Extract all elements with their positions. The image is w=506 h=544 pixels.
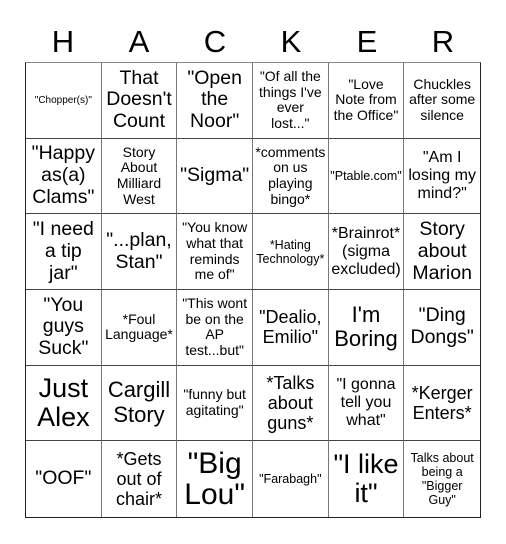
bingo-cell[interactable]: *Talks about guns* — [252, 365, 329, 442]
bingo-cell[interactable]: "funny but agitating" — [177, 365, 253, 442]
bingo-board: "Chopper(s)" That Doesn't Count "Open th… — [25, 62, 481, 518]
bingo-cell[interactable]: "Happy as(a) Clams" — [26, 138, 102, 215]
header-letter-e: E — [356, 24, 378, 59]
bingo-cell[interactable]: *Foul Language* — [101, 289, 178, 366]
bingo-cell[interactable]: Cargill Story — [101, 365, 178, 442]
bingo-cell[interactable]: *Gets out of chair* — [102, 441, 178, 517]
bingo-cell[interactable]: "Big Lou" — [177, 441, 253, 517]
bingo-cell[interactable]: "OOF" — [26, 441, 102, 517]
bingo-cell[interactable]: "I gonna tell you what" — [328, 365, 405, 442]
header-letter-c: C — [203, 24, 227, 59]
header-letter-a: A — [128, 24, 150, 59]
bingo-cell[interactable]: *Kerger Enters* — [404, 366, 480, 442]
bingo-cell[interactable]: Just Alex — [26, 365, 102, 442]
bingo-cell[interactable]: Talks about being a "Bigger Guy" — [404, 441, 480, 517]
bingo-cell[interactable]: "Dealio, Emilio" — [252, 289, 329, 366]
bingo-cell[interactable]: *Brainrot* (sigma excluded) — [328, 214, 405, 290]
bingo-cell[interactable]: "You know what that reminds me of" — [177, 214, 253, 290]
bingo-cell[interactable]: "This wont be on the AP test...but" — [177, 289, 253, 366]
bingo-cell[interactable]: "I need a tip jar" — [26, 214, 102, 290]
header-letter-k: K — [280, 24, 302, 59]
bingo-cell[interactable]: "Of all the things I've ever lost..." — [252, 63, 329, 139]
header-letter-h: H — [51, 24, 75, 59]
bingo-cell[interactable]: *Hating Technology* — [252, 214, 329, 290]
bingo-cell[interactable]: Story About Milliard West — [101, 138, 178, 215]
bingo-cell[interactable]: "...plan, Stan" — [101, 214, 178, 290]
bingo-cell[interactable]: "I like it" — [329, 441, 405, 517]
bingo-cell[interactable]: "Ptable.com" — [328, 138, 405, 215]
bingo-cell[interactable]: "Open the Noor" — [177, 63, 253, 139]
bingo-cell[interactable]: I'm Boring — [328, 289, 405, 366]
bingo-cell[interactable]: Chuckles after some silence — [404, 63, 480, 139]
bingo-cell[interactable]: "Love Note from the Office" — [328, 63, 405, 139]
bingo-cell[interactable]: "You guys Suck" — [26, 289, 102, 366]
bingo-cell[interactable]: "Sigma" — [177, 138, 253, 215]
bingo-cell[interactable]: *comments on us playing bingo* — [252, 138, 329, 215]
bingo-cell[interactable]: "Ding Dongs" — [404, 290, 480, 366]
bingo-header: H A C K E R — [25, 22, 481, 62]
bingo-cell[interactable]: That Doesn't Count — [101, 63, 178, 139]
bingo-cell[interactable]: "Chopper(s)" — [26, 63, 102, 139]
bingo-cell[interactable]: Story about Marion — [404, 214, 480, 290]
bingo-cell[interactable]: "Farabagh" — [253, 441, 329, 517]
bingo-cell[interactable]: "Am I losing my mind?" — [404, 139, 480, 215]
header-letter-r: R — [431, 24, 455, 59]
